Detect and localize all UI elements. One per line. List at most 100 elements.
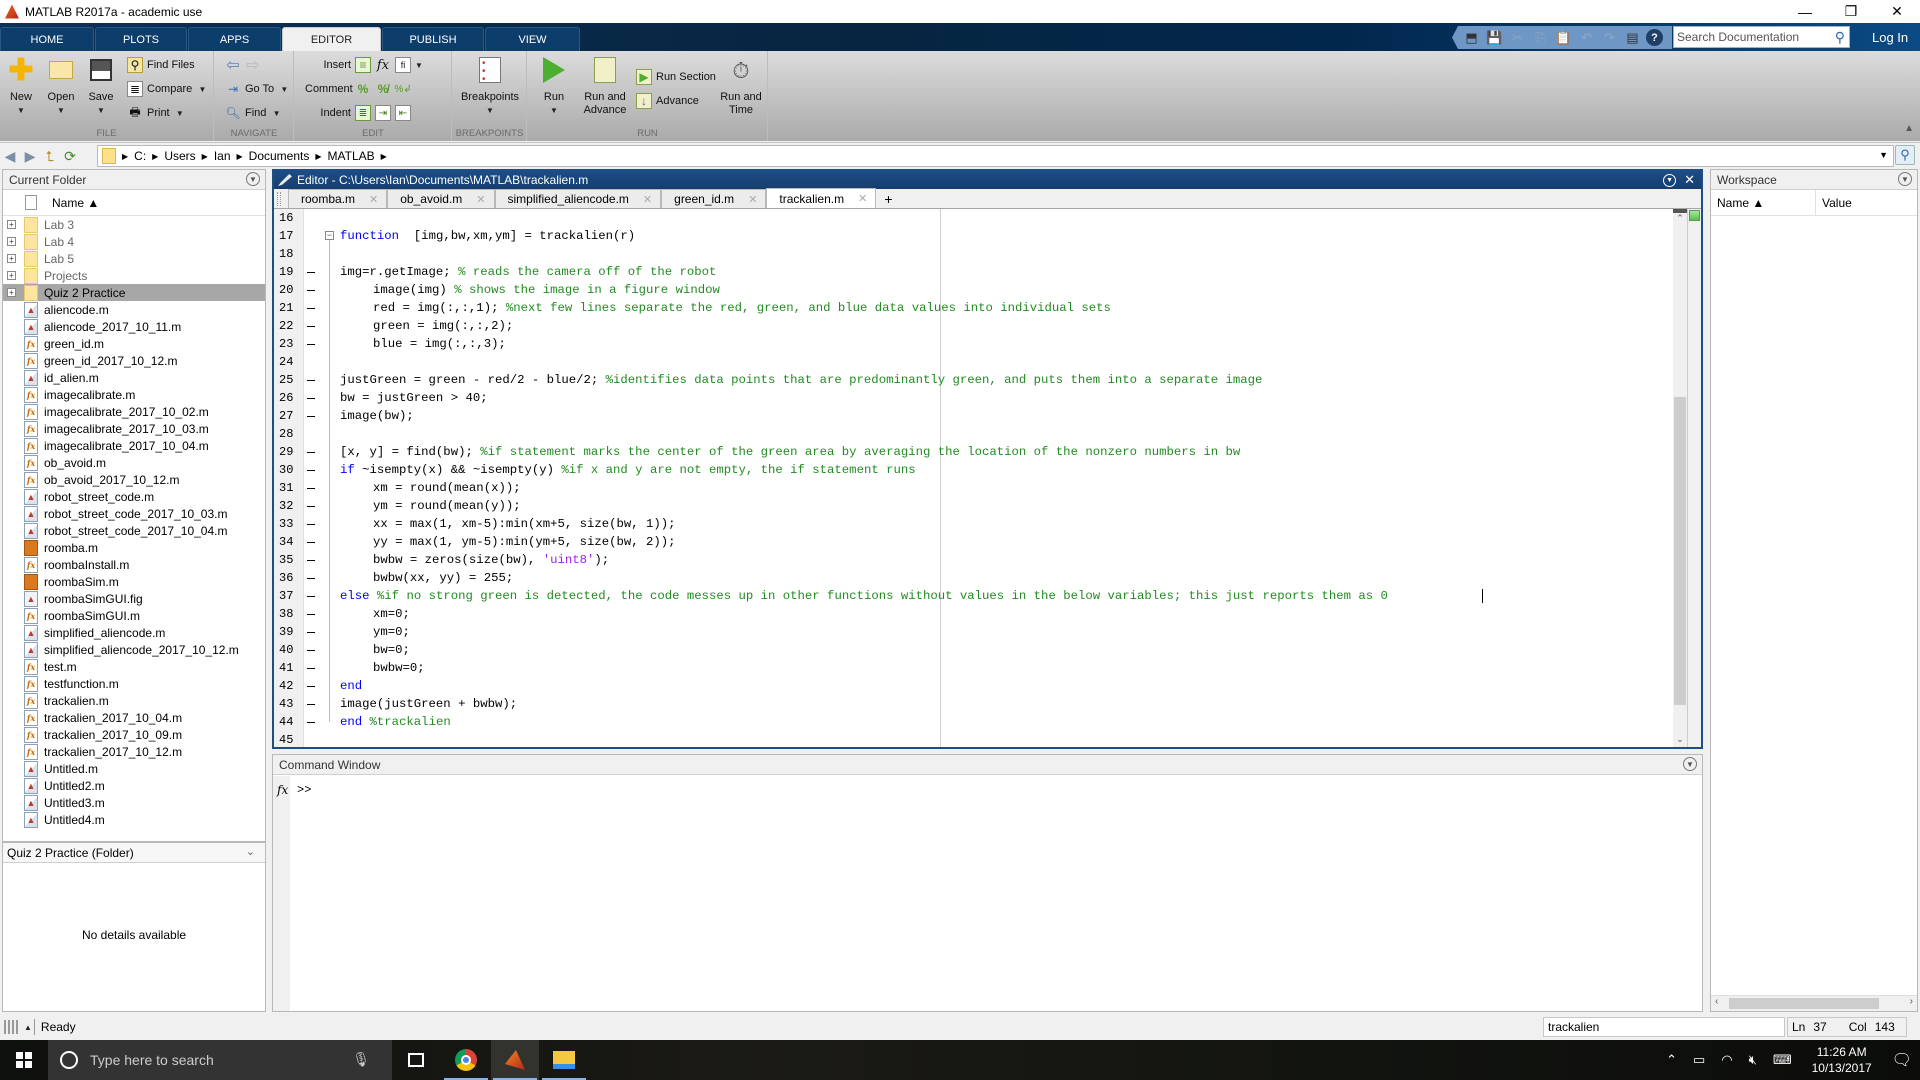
microphone-icon[interactable]: 🎙︎ bbox=[352, 1051, 370, 1068]
no-warnings-indicator-icon[interactable] bbox=[1689, 210, 1700, 221]
line-number[interactable]: 45 bbox=[274, 733, 304, 747]
scroll-thumb[interactable] bbox=[1729, 998, 1879, 1009]
tab-apps[interactable]: APPS bbox=[188, 27, 281, 51]
breakpoint-dash-icon[interactable] bbox=[307, 578, 315, 579]
collapse-fold-icon[interactable]: − bbox=[325, 231, 334, 240]
start-button[interactable] bbox=[0, 1040, 48, 1080]
breakpoint-dash-icon[interactable] bbox=[307, 668, 315, 669]
file-item[interactable]: fx ob_avoid.m bbox=[3, 454, 265, 471]
close-tab-icon[interactable]: ✕ bbox=[748, 193, 757, 206]
save-icon[interactable]: 💾 bbox=[1485, 28, 1504, 47]
expand-icon[interactable]: + bbox=[7, 271, 16, 280]
open-button[interactable]: Open ▼ bbox=[46, 55, 76, 117]
file-item[interactable]: fx trackalien_2017_10_04.m bbox=[3, 709, 265, 726]
code-line[interactable]: 43 image(justGreen + bwbw); bbox=[274, 695, 1673, 713]
code-line[interactable]: 16 bbox=[274, 209, 1673, 227]
keyboard-icon[interactable]: ⌨ bbox=[1773, 1052, 1792, 1068]
breakpoint-dash-icon[interactable] bbox=[307, 614, 315, 615]
back-icon[interactable]: ◀ bbox=[0, 148, 20, 165]
folder-item[interactable]: + Lab 3 bbox=[3, 216, 265, 233]
code-line[interactable]: 21 red = img(:,:,1); %next few lines sepa… bbox=[274, 299, 1673, 317]
restore-button[interactable]: ❐ bbox=[1828, 0, 1874, 23]
file-item[interactable]: fx roombaInstall.m bbox=[3, 556, 265, 573]
code-line[interactable]: 23 blue = img(:,:,3); bbox=[274, 335, 1673, 353]
breakpoint-dash-icon[interactable] bbox=[307, 398, 315, 399]
chevron-down-icon[interactable]: ⌄ bbox=[246, 845, 255, 858]
breakpoint-dash-icon[interactable] bbox=[307, 470, 315, 471]
file-item[interactable]: ▲ robot_street_code.m bbox=[3, 488, 265, 505]
new-tab-button[interactable]: + bbox=[876, 189, 900, 208]
line-number[interactable]: 24 bbox=[274, 355, 304, 369]
line-number[interactable]: 30 bbox=[274, 463, 304, 477]
scroll-up-icon[interactable]: ⌃ bbox=[1673, 213, 1687, 224]
file-item[interactable]: fx trackalien_2017_10_09.m bbox=[3, 726, 265, 743]
expand-icon[interactable]: + bbox=[7, 288, 16, 297]
code-line[interactable]: 17 function [img,bw,xm,ym] = trackalien(r… bbox=[274, 227, 1673, 245]
line-number[interactable]: 41 bbox=[274, 661, 304, 675]
search-icon[interactable]: ⚲ bbox=[1835, 29, 1845, 46]
scroll-right-icon[interactable]: › bbox=[1910, 996, 1913, 1007]
tab-publish[interactable]: PUBLISH bbox=[382, 27, 484, 51]
line-number[interactable]: 43 bbox=[274, 697, 304, 711]
path-segment[interactable]: Users bbox=[164, 149, 195, 163]
copy-icon[interactable]: ⎘ bbox=[1531, 28, 1550, 47]
back-arrow-icon[interactable]: ⇦ bbox=[225, 57, 241, 74]
expand-icon[interactable]: + bbox=[7, 220, 16, 229]
file-item[interactable]: ▲ id_alien.m bbox=[3, 369, 265, 386]
file-item[interactable]: fx ob_avoid_2017_10_12.m bbox=[3, 471, 265, 488]
file-item[interactable]: fx testfunction.m bbox=[3, 675, 265, 692]
breakpoints-button[interactable]: • • • Breakpoints ▼ bbox=[457, 55, 523, 117]
breakpoint-dash-icon[interactable] bbox=[307, 650, 315, 651]
file-item[interactable]: fx imagecalibrate_2017_10_03.m bbox=[3, 420, 265, 437]
back-forward-buttons[interactable]: ⇦ ⇨ bbox=[225, 57, 261, 74]
action-center-icon[interactable]: 🗨︎ bbox=[1892, 1050, 1912, 1070]
file-item[interactable]: fx trackalien_2017_10_12.m bbox=[3, 743, 265, 760]
path-segment[interactable]: MATLAB bbox=[328, 149, 375, 163]
switch-windows-icon[interactable]: ▤ bbox=[1623, 28, 1642, 47]
breakpoint-dash-icon[interactable] bbox=[307, 326, 315, 327]
file-item[interactable]: ▲ roombaSimGUI.fig bbox=[3, 590, 265, 607]
code-line[interactable]: 41 bwbw=0; bbox=[274, 659, 1673, 677]
help-icon[interactable]: ? bbox=[1646, 29, 1663, 46]
drag-handle-icon[interactable] bbox=[277, 192, 281, 206]
file-item[interactable]: ▲ robot_street_code_2017_10_04.m bbox=[3, 522, 265, 539]
code-line[interactable]: 20 image(img) % shows the image in a figu… bbox=[274, 281, 1673, 299]
close-tab-icon[interactable]: ✕ bbox=[476, 193, 485, 206]
breakpoint-dash-icon[interactable] bbox=[307, 272, 315, 273]
line-number[interactable]: 32 bbox=[274, 499, 304, 513]
line-number[interactable]: 37 bbox=[274, 589, 304, 603]
scroll-left-icon[interactable]: ‹ bbox=[1715, 996, 1718, 1007]
file-item[interactable]: ▲ Untitled4.m bbox=[3, 811, 265, 828]
line-number[interactable]: 27 bbox=[274, 409, 304, 423]
find-button[interactable]: 🔍︎ Find ▼ bbox=[225, 105, 280, 121]
wrap-comments-icon[interactable]: %↲ bbox=[394, 81, 411, 97]
path-segment[interactable]: C: bbox=[134, 149, 146, 163]
run-and-time-button[interactable]: ⏱ Run and Time bbox=[718, 55, 764, 117]
code-line[interactable]: 40 bw=0; bbox=[274, 641, 1673, 659]
expand-icon[interactable]: + bbox=[7, 237, 16, 246]
file-item[interactable]: ▲ Untitled2.m bbox=[3, 777, 265, 794]
file-item[interactable]: roomba.m bbox=[3, 539, 265, 556]
column-header-value[interactable]: Value bbox=[1816, 190, 1852, 216]
tab-view[interactable]: VIEW bbox=[485, 27, 580, 51]
breakpoint-dash-icon[interactable] bbox=[307, 488, 315, 489]
cut-icon[interactable]: ✂ bbox=[1508, 28, 1527, 47]
minimize-button[interactable]: — bbox=[1782, 0, 1828, 23]
scroll-down-icon[interactable]: ⌄ bbox=[1673, 734, 1687, 745]
breakpoint-dash-icon[interactable] bbox=[307, 506, 315, 507]
breakpoint-dash-icon[interactable] bbox=[307, 344, 315, 345]
details-header[interactable]: Quiz 2 Practice (Folder) ⌄ bbox=[3, 843, 265, 863]
file-item[interactable]: roombaSim.m bbox=[3, 573, 265, 590]
run-button[interactable]: Run ▼ bbox=[534, 55, 574, 117]
taskbar-search[interactable]: Type here to search 🎙︎ bbox=[48, 1040, 392, 1080]
compare-button[interactable]: ≣ Compare ▼ bbox=[127, 81, 206, 97]
forward-icon[interactable]: ▶ bbox=[20, 148, 40, 165]
browse-folder-icon[interactable]: ⟳ bbox=[60, 148, 80, 165]
close-tab-icon[interactable]: ✕ bbox=[643, 193, 652, 206]
battery-icon[interactable]: ▭ bbox=[1693, 1052, 1705, 1068]
editor-tab[interactable]: green_id.m ✕ bbox=[661, 189, 767, 208]
breakpoint-dash-icon[interactable] bbox=[307, 524, 315, 525]
breakpoint-dash-icon[interactable] bbox=[307, 704, 315, 705]
tab-plots[interactable]: PLOTS bbox=[95, 27, 187, 51]
file-item[interactable]: fx imagecalibrate_2017_10_04.m bbox=[3, 437, 265, 454]
